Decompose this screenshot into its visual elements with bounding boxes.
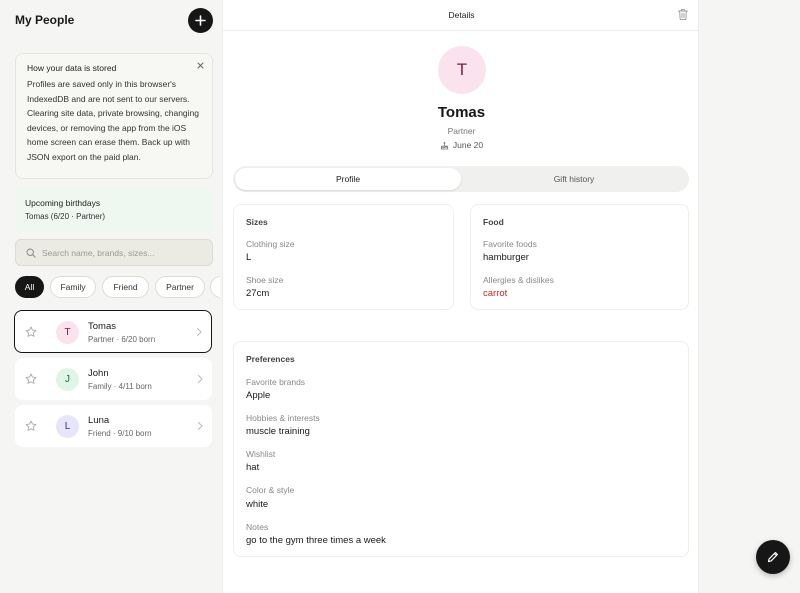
avatar: T [56,321,79,344]
filter-chip-friend[interactable]: Friend [102,276,149,298]
chevron-right-icon [196,327,202,337]
color-style-value: white [246,499,269,510]
notice-close-button[interactable] [195,60,205,70]
chevron-right-icon [197,374,203,384]
person-name: Luna [88,415,110,426]
search-box [15,239,213,266]
profile-relation: Partner [447,126,476,136]
search-icon [26,248,36,258]
profile-avatar: T [438,46,486,94]
card-title: Sizes [246,217,268,227]
chevron-right-icon [197,421,203,431]
person-item-luna[interactable]: L Luna Friend · 9/10 born [15,405,212,447]
filter-chip-family[interactable]: Family [50,276,96,298]
panel-title: Details [448,10,475,20]
cake-icon [440,141,449,149]
profile-name: Tomas [437,104,486,121]
person-name: John [88,368,109,379]
favorite-foods-value: hamburger [483,252,529,263]
card-title: Preferences [246,354,295,364]
field-label: Color & style [246,485,295,495]
filter-chip-all[interactable]: All [15,276,44,298]
person-meta: Partner · 6/20 born [88,335,156,344]
filter-chip-more[interactable] [210,276,220,298]
field-label: Wishlist [246,449,276,459]
star-icon[interactable] [25,420,37,432]
field-label: Notes [246,522,269,532]
allergies-value: carrot [483,288,508,299]
notes-value: go to the gym three times a week [246,535,386,546]
avatar: L [56,415,79,438]
shoe-size-value: 27cm [246,288,270,299]
sidebar: My People How your data is stored Profil… [4,0,222,593]
notice-body: Profiles are saved only in this browser'… [27,79,199,162]
upcoming-birthdays: Upcoming birthdays Tomas (6/20 · Partner… [15,189,214,231]
avatar: J [56,368,79,391]
person-meta: Family · 4/11 born [88,382,152,391]
add-person-button[interactable] [188,8,213,33]
field-label: Allergies & dislikes [483,275,554,285]
field-label: Favorite foods [483,239,537,249]
birthdays-title: Upcoming birthdays [25,198,101,208]
birthday-item[interactable]: Tomas (6/20 · Partner) [25,212,105,221]
plus-icon [195,15,206,26]
trash-icon[interactable] [677,8,689,21]
card-title: Food [483,217,504,227]
tab-profile[interactable]: Profile [235,168,461,190]
food-card: Food Favorite foods hamburger Allergies … [470,204,689,310]
search-input[interactable] [42,245,207,261]
edit-button[interactable] [756,540,790,574]
notice-title: How your data is stored [27,63,117,73]
star-icon[interactable] [25,373,37,385]
storage-notice: How your data is stored Profiles are sav… [15,53,213,179]
close-icon [197,62,203,68]
person-item-tomas[interactable]: T Tomas Partner · 6/20 born [14,310,212,353]
field-label: Hobbies & interests [246,413,320,423]
field-label: Shoe size [246,275,284,285]
tab-gift-history[interactable]: Gift history [461,168,687,190]
filter-chip-partner[interactable]: Partner [155,276,205,298]
birthday-text: June 20 [452,140,484,150]
detail-tabs: Profile Gift history [233,166,689,192]
star-icon[interactable] [25,326,37,338]
filter-chips: All Family Friend Partner [15,276,220,299]
person-meta: Friend · 9/10 born [88,429,152,438]
person-item-john[interactable]: J John Family · 4/11 born [15,358,212,400]
sidebar-title: My People [15,13,75,27]
preferences-card: Preferences Favorite brands Apple Hobbie… [233,341,689,557]
clothing-size-value: L [246,252,252,263]
sidebar-header: My People [15,8,213,34]
field-label: Favorite brands [246,377,306,387]
field-label: Clothing size [246,239,295,249]
pencil-icon [767,552,778,563]
profile-birthday: June 20 [223,140,700,150]
favorite-brands-value: Apple [246,390,271,401]
person-name: Tomas [88,321,116,332]
sizes-card: Sizes Clothing size L Shoe size 27cm [233,204,454,310]
detail-panel: Details T Tomas Partner June 20 Profile … [222,0,700,593]
header-divider [223,30,700,31]
wishlist-value: hat [246,462,260,473]
hobbies-value: muscle training [246,426,310,437]
